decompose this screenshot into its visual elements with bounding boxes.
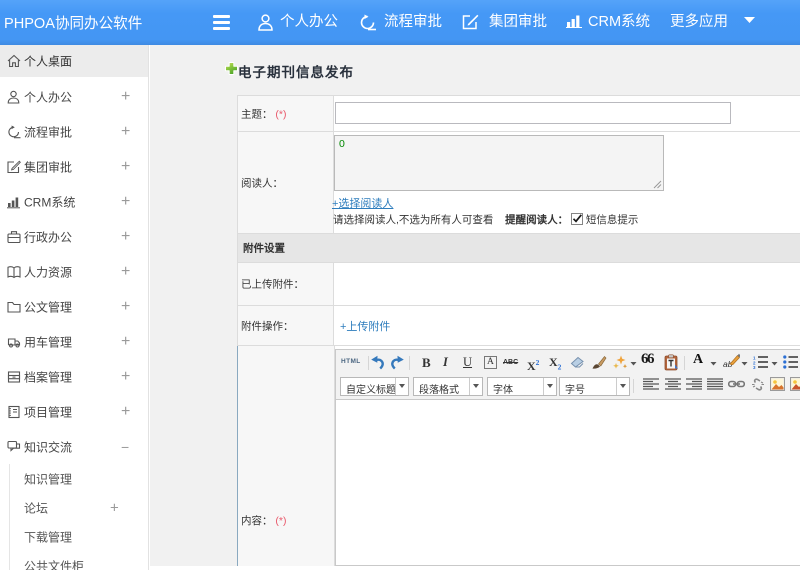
svg-text:3: 3 — [753, 365, 756, 369]
